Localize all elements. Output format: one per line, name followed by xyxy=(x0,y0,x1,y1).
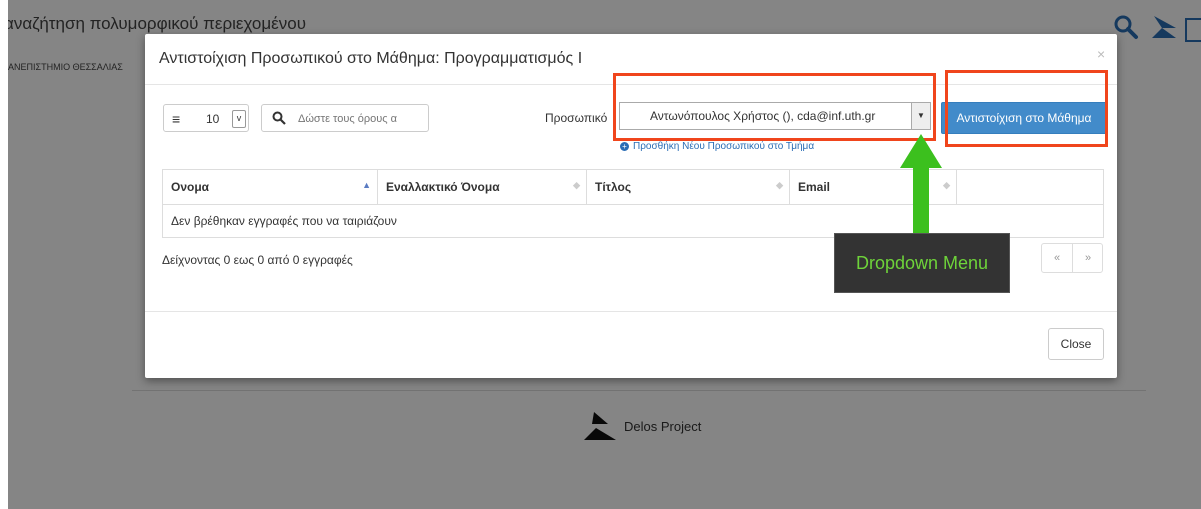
chevron-down-icon: v xyxy=(232,110,246,128)
column-header-actions xyxy=(956,169,1104,205)
page-length-select[interactable]: ≡ 10 v xyxy=(163,104,249,132)
page-length-value: 10 xyxy=(206,112,220,126)
staff-label: Προσωπικό xyxy=(545,111,608,125)
assign-button-highlight-box xyxy=(945,70,1108,147)
list-icon: ≡ xyxy=(172,111,181,127)
search-field[interactable] xyxy=(261,104,429,132)
column-header-title[interactable]: Τίτλος ◆ xyxy=(586,169,790,205)
column-header-name[interactable]: Ονομα ▲ xyxy=(162,169,378,205)
dropdown-menu-callout: Dropdown Menu xyxy=(834,233,1010,293)
close-button[interactable]: Close xyxy=(1048,328,1104,360)
dropdown-highlight-box xyxy=(613,73,936,141)
column-header-alt-name[interactable]: Εναλλακτικό Όνομα ◆ xyxy=(377,169,587,205)
table-info: Δείχνοντας 0 εως 0 από 0 εγγραφές xyxy=(162,253,353,267)
staff-table: Ονομα ▲ Εναλλακτικό Όνομα ◆ Τίτλος ◆ Email ◆… xyxy=(162,169,1104,238)
modal-title: Αντιστοίχιση Προσωπικού στο Μάθημα: Προγ… xyxy=(159,50,583,67)
modal-footer-divider xyxy=(145,311,1117,312)
sort-asc-icon: ▲ xyxy=(362,180,371,190)
sort-icon: ◆ xyxy=(943,180,950,190)
sort-icon: ◆ xyxy=(776,180,783,190)
search-icon xyxy=(272,111,286,125)
sort-icon: ◆ xyxy=(573,180,580,190)
add-staff-link[interactable]: + Προσθήκη Νέου Προσωπικού στο Τμήμα xyxy=(620,141,814,152)
pager-prev-button[interactable]: « xyxy=(1042,244,1073,272)
pager-next-button[interactable]: » xyxy=(1073,244,1103,272)
pagination: « » xyxy=(1041,243,1103,273)
search-input[interactable] xyxy=(296,107,426,131)
add-staff-link-label: Προσθήκη Νέου Προσωπικού στο Τμήμα xyxy=(633,141,815,152)
close-icon[interactable]: × xyxy=(1097,46,1105,62)
page-edge xyxy=(0,0,8,509)
arrow-up-icon xyxy=(900,134,942,246)
plus-circle-icon: + xyxy=(620,141,629,151)
